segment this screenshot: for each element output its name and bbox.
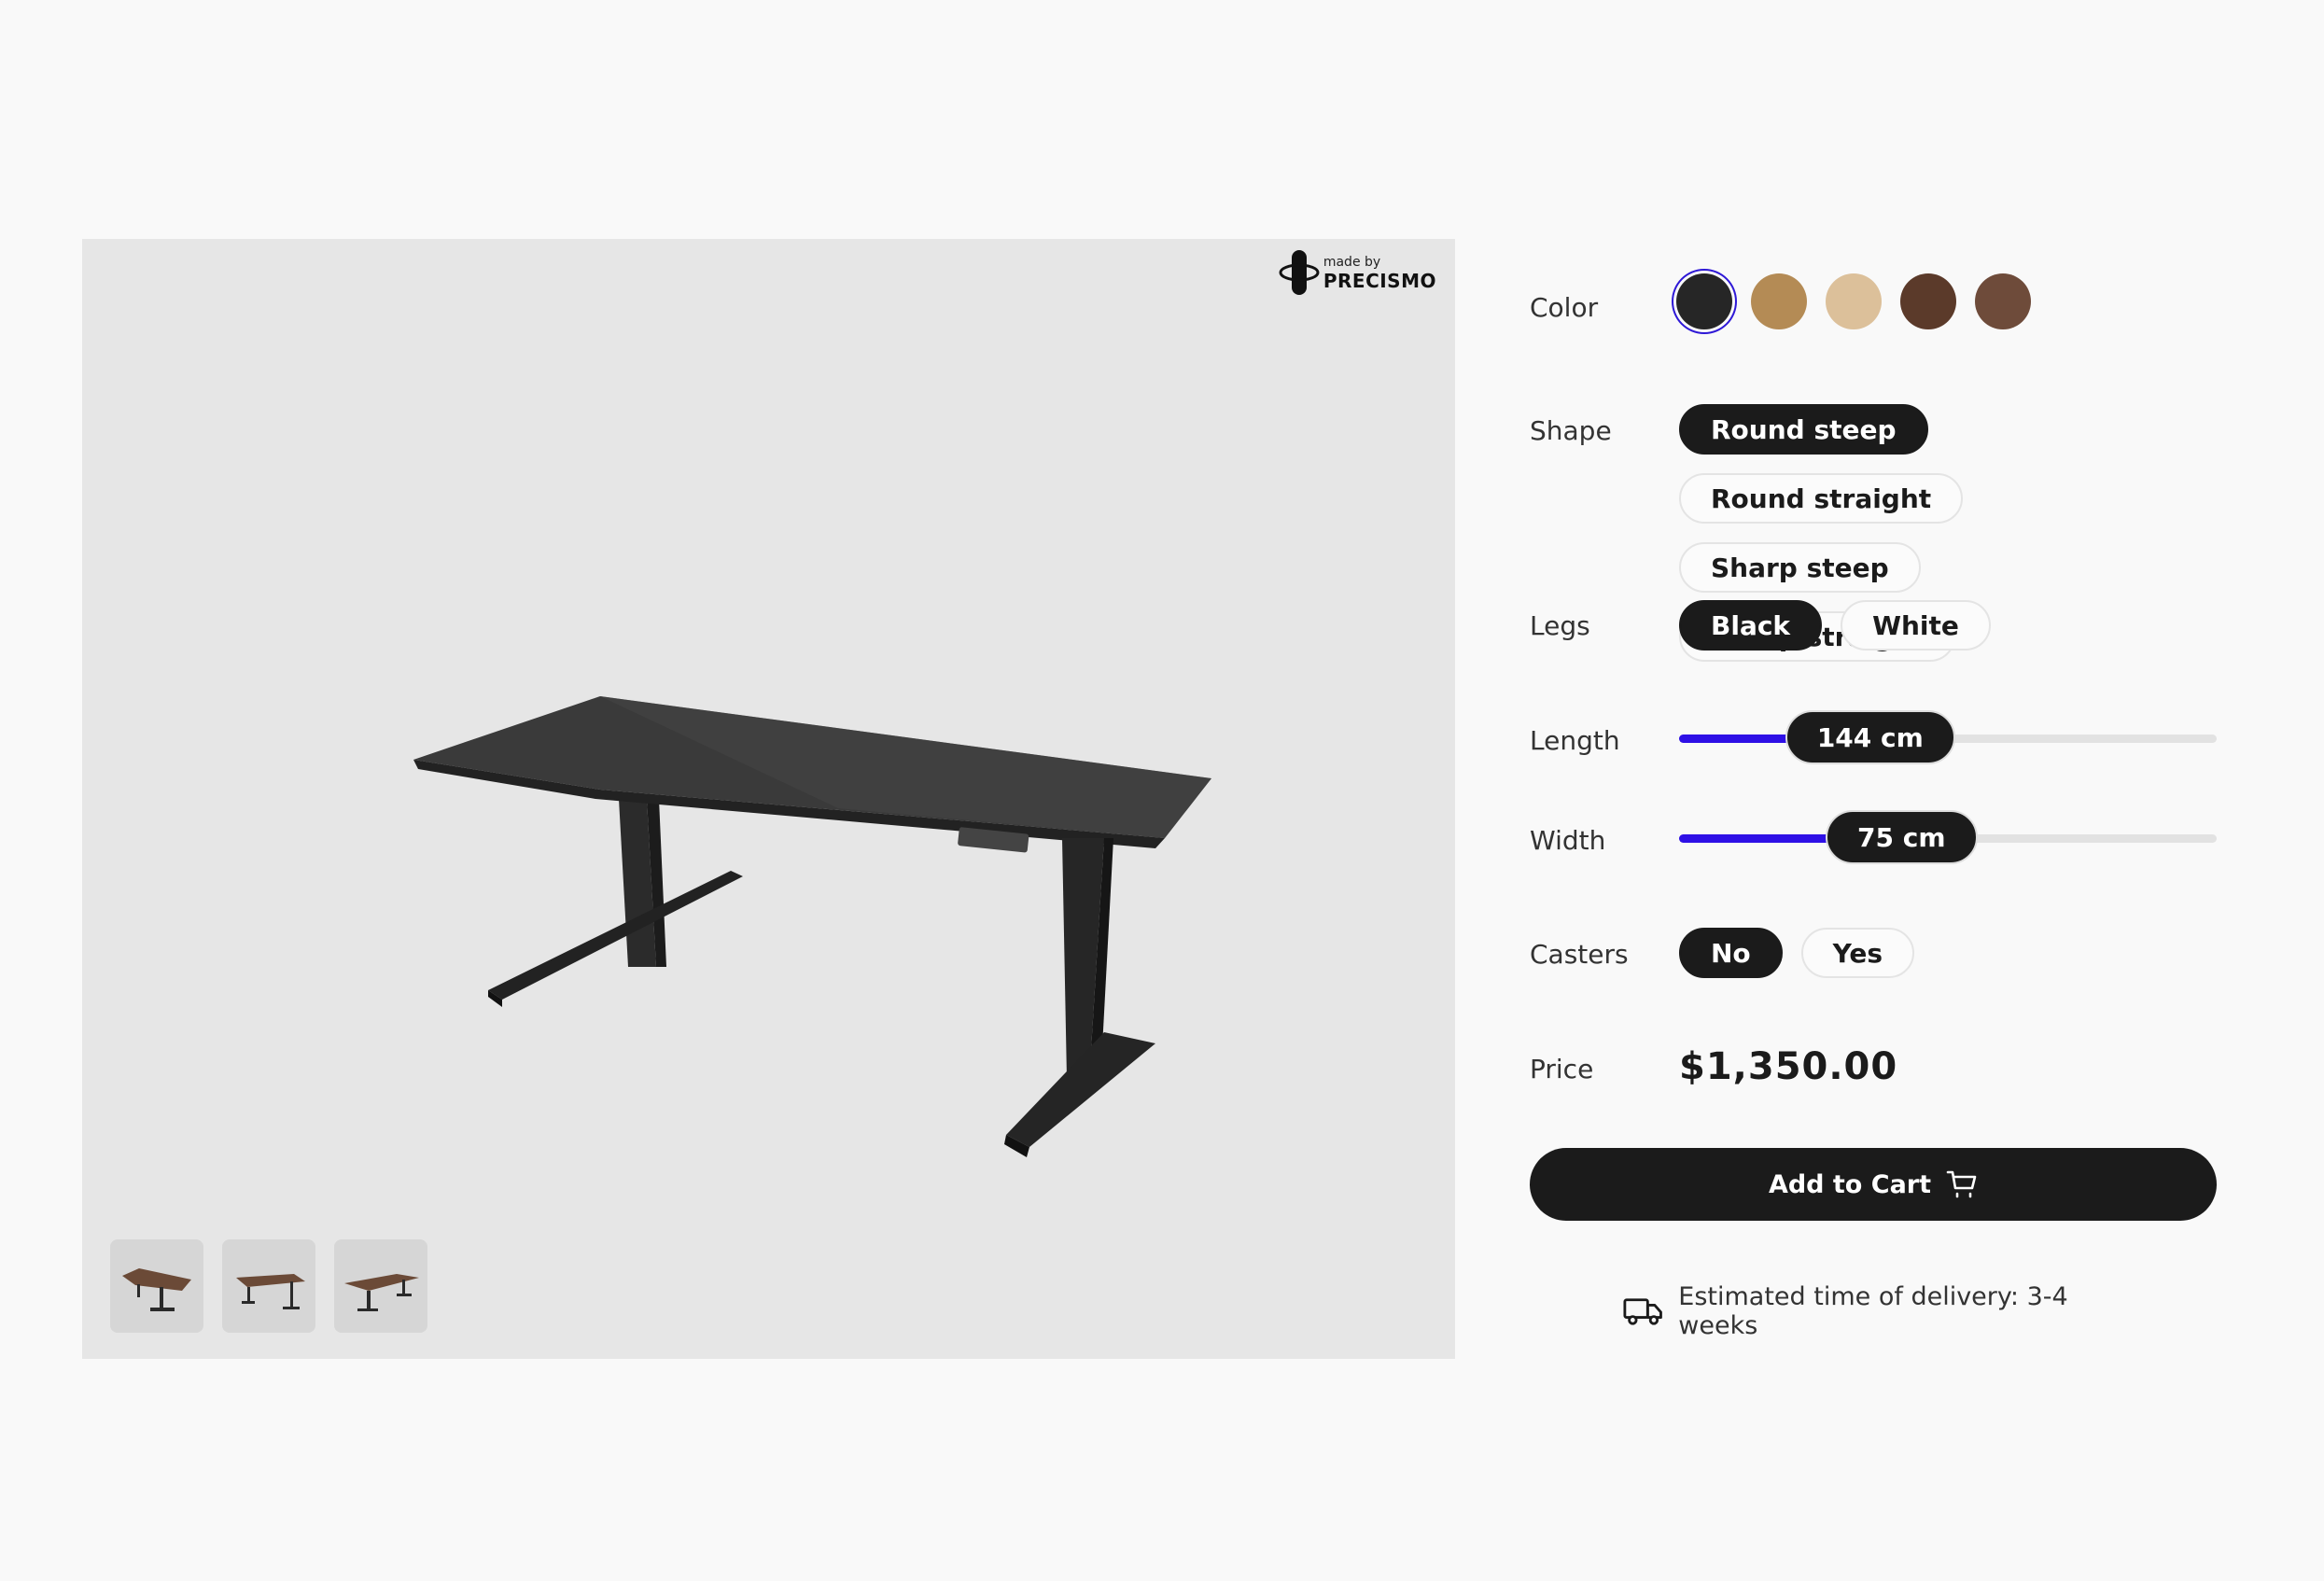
- brand-name: PRECISMO: [1323, 269, 1436, 292]
- length-slider-fill: [1679, 735, 1795, 743]
- desk-3d-render[interactable]: [409, 659, 1249, 1219]
- truck-icon: [1623, 1298, 1662, 1325]
- width-slider[interactable]: 75 cm: [1679, 810, 2217, 866]
- precismo-logo-icon: [1279, 250, 1320, 295]
- color-swatch-black[interactable]: [1676, 273, 1732, 329]
- product-viewer[interactable]: made by PRECISMO: [82, 239, 1455, 1359]
- length-label: Length: [1530, 725, 1620, 756]
- color-swatches: [1676, 273, 2031, 329]
- legs-label: Legs: [1530, 610, 1590, 641]
- color-swatch-walnut[interactable]: [1900, 273, 1956, 329]
- shape-option-round-steep[interactable]: Round steep: [1679, 404, 1928, 455]
- add-to-cart-label: Add to Cart: [1768, 1169, 1932, 1199]
- delivery-info: Estimated time of delivery: 3-4 weeks: [1623, 1282, 2127, 1340]
- shape-label: Shape: [1530, 415, 1612, 446]
- cart-icon: [1946, 1170, 1977, 1198]
- legs-options: Black White: [1679, 600, 1991, 651]
- thumbnail-3[interactable]: [334, 1239, 427, 1333]
- thumbnail-2[interactable]: [222, 1239, 315, 1333]
- brand-badge: made by PRECISMO: [1279, 248, 1436, 297]
- legs-option-white[interactable]: White: [1841, 600, 1991, 651]
- delivery-text: Estimated time of delivery: 3-4 weeks: [1678, 1282, 2068, 1340]
- color-swatch-dark-walnut[interactable]: [1975, 273, 2031, 329]
- shape-option-round-straight[interactable]: Round straight: [1679, 473, 1964, 524]
- casters-label: Casters: [1530, 939, 1629, 970]
- desk-thumbnail-icon: [122, 1268, 191, 1311]
- width-slider-fill: [1679, 834, 1836, 843]
- thumbnail-1[interactable]: [110, 1239, 203, 1333]
- length-slider-handle[interactable]: 144 cm: [1785, 710, 1955, 764]
- casters-option-yes[interactable]: Yes: [1800, 928, 1915, 978]
- length-slider[interactable]: 144 cm: [1679, 710, 2217, 766]
- casters-options: No Yes: [1679, 928, 1915, 978]
- color-swatch-light-oak[interactable]: [1826, 273, 1882, 329]
- desk-thumbnail-icon: [236, 1274, 305, 1309]
- width-slider-handle[interactable]: 75 cm: [1826, 810, 1978, 864]
- desk-thumbnail-icon: [344, 1274, 419, 1311]
- thumbnail-strip: [110, 1239, 427, 1333]
- price-label: Price: [1530, 1054, 1594, 1084]
- brand-prefix: made by: [1323, 254, 1381, 270]
- price-value: $1,350.00: [1679, 1045, 1898, 1088]
- legs-option-black[interactable]: Black: [1679, 600, 1823, 651]
- color-swatch-oak[interactable]: [1751, 273, 1807, 329]
- shape-option-sharp-steep[interactable]: Sharp steep: [1679, 542, 1921, 593]
- width-label: Width: [1530, 825, 1606, 856]
- add-to-cart-button[interactable]: Add to Cart: [1530, 1148, 2217, 1221]
- casters-option-no[interactable]: No: [1679, 928, 1783, 978]
- color-label: Color: [1530, 292, 1599, 323]
